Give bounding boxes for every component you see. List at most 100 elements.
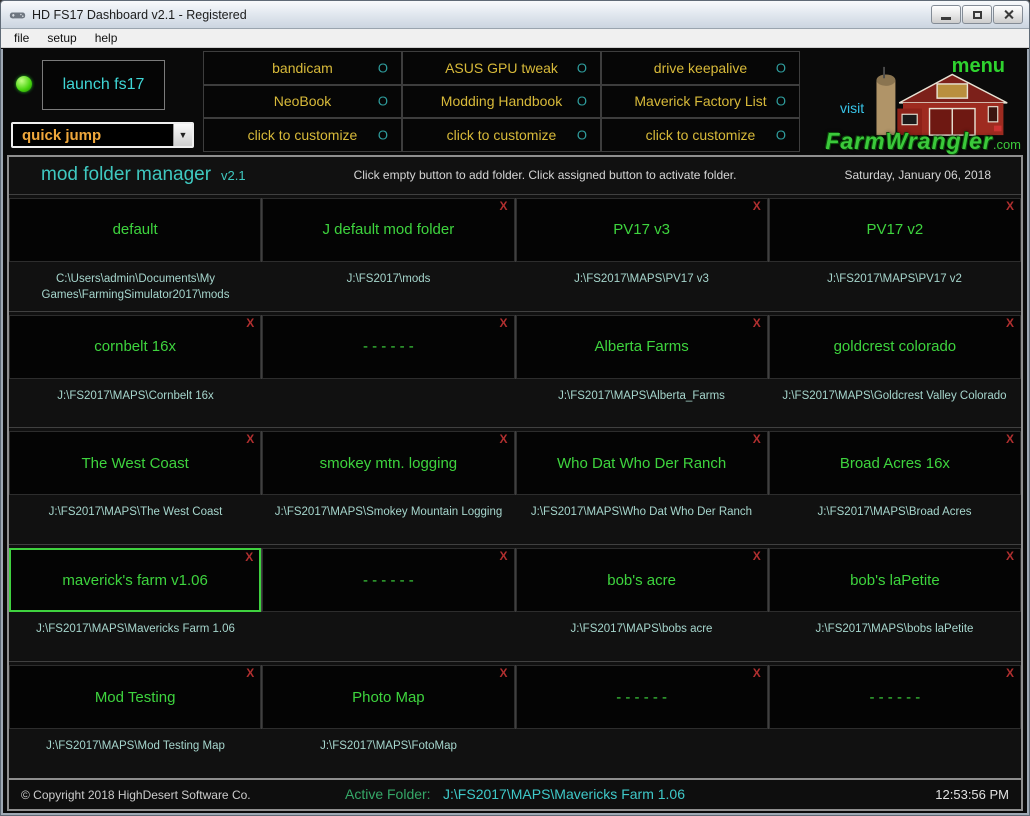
folder-button-empty[interactable]: X - - - - - -	[769, 665, 1021, 729]
remove-folder-icon[interactable]: X	[1006, 317, 1014, 329]
folder-button-empty[interactable]: X - - - - - -	[516, 665, 768, 729]
menu-bar: file setup help	[1, 29, 1029, 48]
remove-folder-icon[interactable]: X	[246, 667, 254, 679]
menu-file[interactable]: file	[5, 31, 38, 45]
remove-folder-icon[interactable]: X	[753, 667, 761, 679]
folder-button-who-dat[interactable]: X Who Dat Who Der Ranch	[516, 431, 768, 495]
remove-folder-icon[interactable]: X	[753, 550, 761, 562]
shortcut-indicator-icon: O	[378, 94, 388, 109]
remove-folder-icon[interactable]: X	[1006, 200, 1014, 212]
farmwrangler-logo[interactable]: FarmWrangler.com	[825, 128, 1021, 155]
shortcut-customize-2[interactable]: click to customize O	[403, 119, 600, 151]
quick-jump-value: quick jump	[13, 124, 173, 146]
status-led-icon	[16, 76, 32, 92]
folder-name: The West Coast	[81, 455, 188, 472]
close-button[interactable]	[993, 5, 1023, 24]
folder-path: J:\FS2017\MAPS\Mod Testing Map	[9, 729, 262, 754]
shortcut-modding-handbook[interactable]: Modding Handbook O	[403, 86, 600, 118]
remove-folder-icon[interactable]: X	[1006, 433, 1014, 445]
folder-button-empty[interactable]: X - - - - - -	[262, 548, 514, 612]
shortcut-neobook[interactable]: NeoBook O	[204, 86, 401, 118]
quick-jump-dropdown[interactable]: quick jump ▼	[11, 122, 194, 148]
remove-folder-icon[interactable]: X	[499, 667, 507, 679]
shortcut-bandicam[interactable]: bandicam O	[204, 52, 401, 84]
folder-path: J:\FS2017\MAPS\The West Coast	[9, 495, 262, 520]
remove-folder-icon[interactable]: X	[499, 200, 507, 212]
folder-button-alberta-farms[interactable]: X Alberta Farms	[516, 315, 768, 379]
folder-button-goldcrest[interactable]: X goldcrest colorado	[769, 315, 1021, 379]
folder-path: J:\FS2017\MAPS\bobs acre	[515, 612, 768, 637]
remove-folder-icon[interactable]: X	[753, 317, 761, 329]
launch-fs17-button[interactable]: launch fs17	[42, 60, 165, 110]
folder-button-bobs-acre[interactable]: X bob's acre	[516, 548, 768, 612]
maximize-button[interactable]	[962, 5, 992, 24]
folder-name: maverick's farm v1.06	[62, 572, 207, 589]
remove-folder-icon[interactable]: X	[245, 551, 253, 563]
folder-name: - - - - - -	[616, 689, 667, 706]
folder-path	[515, 729, 768, 754]
shortcut-customize-3[interactable]: click to customize O	[602, 119, 799, 151]
remove-folder-icon[interactable]: X	[1006, 667, 1014, 679]
top-panel: launch fs17 quick jump ▼ bandicam O ASUS…	[3, 49, 1027, 155]
folder-name: - - - - - -	[869, 689, 920, 706]
folder-button-mavericks-farm-active[interactable]: X maverick's farm v1.06	[9, 548, 261, 612]
shortcut-label: Maverick Factory List	[634, 93, 766, 109]
folder-button-mod-testing[interactable]: X Mod Testing	[9, 665, 261, 729]
folder-button-cornbelt[interactable]: X cornbelt 16x	[9, 315, 261, 379]
manager-title: mod folder manager	[41, 164, 211, 186]
active-folder-status: Active Folder: J:\FS2017\MAPS\Mavericks …	[9, 786, 1021, 804]
folder-button-empty[interactable]: X - - - - - -	[262, 315, 514, 379]
shortcut-customize-1[interactable]: click to customize O	[204, 119, 401, 151]
remove-folder-icon[interactable]: X	[1006, 550, 1014, 562]
folder-row: X Mod Testing X Photo Map X - - - - - - …	[9, 661, 1021, 778]
folder-path: J:\FS2017\MAPS\Mavericks Farm 1.06	[9, 612, 262, 637]
shortcut-grid: bandicam O ASUS GPU tweak O drive keepal…	[203, 51, 800, 152]
remove-folder-icon[interactable]: X	[753, 200, 761, 212]
shortcut-label: ASUS GPU tweak	[445, 60, 558, 76]
minimize-button[interactable]	[931, 5, 961, 24]
remove-folder-icon[interactable]: X	[499, 550, 507, 562]
folder-button-smokey-mtn[interactable]: X smokey mtn. logging	[262, 431, 514, 495]
folder-name: Mod Testing	[95, 689, 176, 706]
folder-path: J:\FS2017\MAPS\bobs laPetite	[768, 612, 1021, 637]
close-icon	[1003, 9, 1014, 20]
manager-header: mod folder manager v2.1 Click empty butt…	[9, 157, 1021, 194]
shortcut-label: click to customize	[447, 127, 557, 143]
remove-folder-icon[interactable]: X	[499, 433, 507, 445]
remove-folder-icon[interactable]: X	[246, 433, 254, 445]
remove-folder-icon[interactable]: X	[246, 317, 254, 329]
folder-button-bobs-lapetite[interactable]: X bob's laPetite	[769, 548, 1021, 612]
folder-path: C:\Users\admin\Documents\My Games\Farmin…	[9, 262, 262, 303]
remove-folder-icon[interactable]: X	[753, 433, 761, 445]
title-bar[interactable]: HD FS17 Dashboard v2.1 - Registered	[1, 1, 1029, 29]
shortcut-drive-keepalive[interactable]: drive keepalive O	[602, 52, 799, 84]
visit-link[interactable]: visit	[840, 100, 864, 116]
folder-path: J:\FS2017\MAPS\FotoMap	[262, 729, 515, 754]
folder-button-photo-map[interactable]: X Photo Map	[262, 665, 514, 729]
folder-name: Alberta Farms	[595, 338, 689, 355]
shortcut-maverick-factory-list[interactable]: Maverick Factory List O	[602, 86, 799, 118]
folder-button-default[interactable]: default	[9, 198, 261, 262]
status-bar: © Copyright 2018 HighDesert Software Co.…	[9, 778, 1021, 809]
manager-instruction: Click empty button to add folder. Click …	[246, 168, 845, 182]
menu-setup[interactable]: setup	[38, 31, 85, 45]
remove-folder-icon[interactable]: X	[499, 317, 507, 329]
folder-button-broad-acres[interactable]: X Broad Acres 16x	[769, 431, 1021, 495]
folder-button-west-coast[interactable]: X The West Coast	[9, 431, 261, 495]
window-title: HD FS17 Dashboard v2.1 - Registered	[32, 8, 247, 22]
folder-button-pv17-v3[interactable]: X PV17 v3	[516, 198, 768, 262]
menu-help[interactable]: help	[86, 31, 127, 45]
shortcut-label: bandicam	[272, 60, 333, 76]
shortcut-indicator-icon: O	[577, 60, 587, 75]
folder-name: - - - - - -	[363, 572, 414, 589]
folder-name: cornbelt 16x	[94, 338, 176, 355]
shortcut-asus-gpu-tweak[interactable]: ASUS GPU tweak O	[403, 52, 600, 84]
folder-name: J default mod folder	[323, 221, 455, 238]
folder-button-pv17-v2[interactable]: X PV17 v2	[769, 198, 1021, 262]
chevron-down-icon[interactable]: ▼	[173, 124, 192, 146]
shortcut-indicator-icon: O	[378, 128, 388, 143]
brand-area: menu visit FarmWrangler	[800, 49, 1027, 155]
folder-path: J:\FS2017\MAPS\Who Dat Who Der Ranch	[515, 495, 768, 520]
folder-name: Photo Map	[352, 689, 425, 706]
folder-button-j-default[interactable]: X J default mod folder	[262, 198, 514, 262]
